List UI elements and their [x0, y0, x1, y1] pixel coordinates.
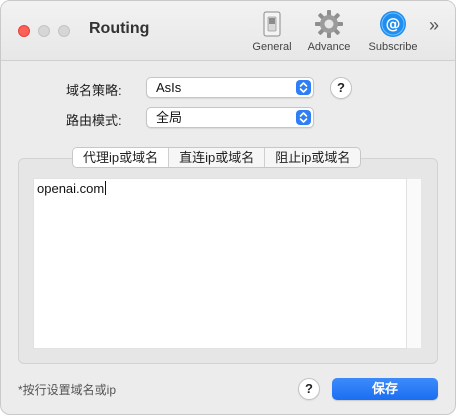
domain-strategy-select[interactable]: AsIs: [146, 77, 314, 98]
toolbar-overflow-button[interactable]: »: [429, 15, 439, 36]
tab-direct[interactable]: 直连ip或域名: [168, 148, 264, 167]
toolbar-subscribe-label: Subscribe: [368, 41, 418, 53]
minimize-window-button[interactable]: [38, 25, 50, 37]
close-window-button[interactable]: [18, 25, 30, 37]
chevron-up-down-icon: [296, 80, 311, 95]
chevron-up-down-icon: [296, 110, 311, 125]
general-switch-icon: [263, 11, 281, 37]
at-sign-icon: @: [380, 11, 406, 37]
tab-proxy[interactable]: 代理ip或域名: [73, 148, 169, 167]
svg-text:@: @: [386, 15, 401, 33]
rules-tab-bar: 代理ip或域名 直连ip或域名 阻止ip或域名: [72, 147, 362, 168]
editor-scrollbar[interactable]: [407, 178, 422, 349]
toolbar-advance-button[interactable]: Advance: [303, 9, 355, 53]
domain-strategy-value: AsIs: [156, 80, 182, 95]
routing-mode-label: 路由模式:: [66, 113, 122, 128]
toolbar-general-label: General: [252, 41, 292, 53]
toolbar-general-button[interactable]: General: [250, 9, 294, 53]
gear-icon: [315, 10, 343, 38]
rules-text-content: openai.com: [37, 181, 105, 196]
rules-text-editor[interactable]: openai.com: [33, 178, 407, 349]
rules-hint-text: *按行设置域名或ip: [18, 383, 117, 397]
toolbar-advance-label: Advance: [307, 41, 351, 53]
domain-strategy-help-button[interactable]: ?: [330, 77, 352, 99]
routing-mode-value: 全局: [156, 110, 183, 125]
tab-block[interactable]: 阻止ip或域名: [264, 148, 360, 167]
routing-window: Routing General Advance @ Subscribe » 域名…: [0, 0, 456, 415]
domain-strategy-label: 域名策略:: [66, 83, 122, 98]
routing-mode-select[interactable]: 全局: [146, 107, 314, 128]
footer-help-button[interactable]: ?: [298, 378, 320, 400]
zoom-window-button[interactable]: [58, 25, 70, 37]
text-caret: [105, 181, 107, 195]
window-title: Routing: [89, 20, 150, 37]
toolbar-subscribe-button[interactable]: @ Subscribe: [363, 9, 423, 53]
title-bar: Routing General Advance @ Subscribe »: [1, 1, 455, 61]
save-button[interactable]: 保存: [332, 378, 438, 400]
